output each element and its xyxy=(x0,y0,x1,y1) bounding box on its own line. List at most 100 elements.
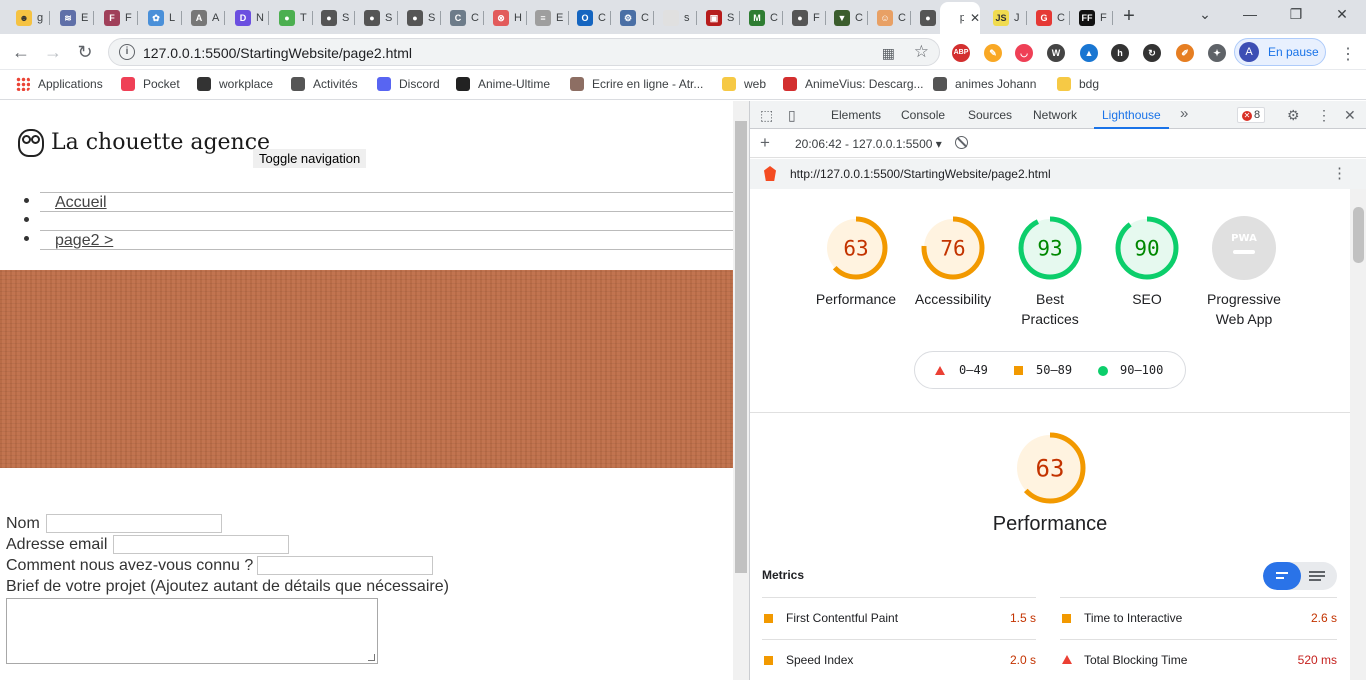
nom-input[interactable] xyxy=(45,514,222,533)
bookmark-item[interactable]: bdg xyxy=(1057,77,1099,91)
clear-reports-icon[interactable] xyxy=(955,136,968,149)
resize-grip-icon[interactable] xyxy=(368,654,375,661)
tab-search-icon[interactable]: ⌄ xyxy=(1195,6,1215,23)
bookmark-item[interactable]: animes Johann xyxy=(933,77,1036,91)
tab-favicon-icon: F xyxy=(104,10,120,26)
nav-link-accueil[interactable]: Accueil xyxy=(55,194,107,212)
devtools-tab-network[interactable]: Network xyxy=(1033,101,1077,129)
browser-tab[interactable]: ● S xyxy=(313,4,355,32)
browser-tab[interactable]: ▣ S xyxy=(698,4,740,32)
browser-tab[interactable]: AA xyxy=(183,4,225,32)
browser-tab[interactable]: ●F xyxy=(784,4,826,32)
bookmark-item[interactable]: workplace xyxy=(197,77,273,91)
metrics-view-toggle[interactable] xyxy=(1263,562,1337,590)
bookmark-item[interactable]: AnimeVius: Descarg... xyxy=(783,77,924,91)
nav-link-page2[interactable]: page2 > xyxy=(55,232,113,250)
browser-tab[interactable]: ✿ L xyxy=(140,4,182,32)
extension-triangle-icon[interactable]: ▲ xyxy=(1080,44,1098,62)
browser-tab[interactable]: DN xyxy=(227,4,269,32)
close-devtools-icon[interactable]: ✕ xyxy=(1344,107,1356,124)
bookmark-item[interactable]: web xyxy=(722,77,766,91)
browser-tab[interactable]: FF F xyxy=(1071,4,1113,32)
bookmark-item[interactable]: Ecrire en ligne - Atr... xyxy=(570,77,703,91)
qr-code-icon[interactable]: ▦ xyxy=(882,45,895,62)
error-count-badge[interactable]: ✕ 8 xyxy=(1237,107,1266,123)
browser-tab[interactable]: GC xyxy=(1028,4,1070,32)
close-window-button[interactable]: ✕ xyxy=(1332,6,1352,23)
site-info-icon[interactable]: i xyxy=(119,44,135,60)
bookmark-item[interactable]: Anime-Ultime xyxy=(456,77,550,91)
browser-tab[interactable]: MC xyxy=(741,4,783,32)
browser-tab[interactable]: ≋ E xyxy=(52,4,94,32)
bookmark-star-icon[interactable]: ☆ xyxy=(914,42,929,62)
address-bar[interactable]: i 127.0.0.1:5500/StartingWebsite/page2.h… xyxy=(108,38,940,66)
browser-tab[interactable]: ● T xyxy=(271,4,313,32)
extension-pen-icon[interactable]: ✐ xyxy=(1176,44,1194,62)
browser-tab[interactable]: CC xyxy=(442,4,484,32)
devtools-tab-lighthouse[interactable]: Lighthouse xyxy=(1094,101,1169,129)
browser-tab[interactable]: FF xyxy=(96,4,138,32)
device-toolbar-icon[interactable]: ▯ xyxy=(788,107,796,124)
gauge-accessibility[interactable]: 76 Accessibility xyxy=(903,215,1003,309)
minimize-button[interactable]: — xyxy=(1240,6,1260,22)
brief-textarea[interactable] xyxy=(6,598,378,664)
profile-button[interactable]: A En pause xyxy=(1234,38,1326,66)
gauge-best-practices[interactable]: 93 Best Practices xyxy=(1000,215,1100,329)
extension-puzzle-icon[interactable]: ✦ xyxy=(1208,44,1226,62)
extension-abp-icon[interactable]: ABP xyxy=(952,44,970,62)
browser-tab[interactable]: ⊗ H xyxy=(485,4,527,32)
report-selector[interactable]: 20:06:42 - 127.0.0.1:5500 ▾ xyxy=(795,137,942,151)
restore-button[interactable]: ❐ xyxy=(1286,6,1306,23)
toggle-compact-view[interactable] xyxy=(1263,562,1301,590)
devtools-tab-sources[interactable]: Sources xyxy=(968,101,1012,129)
site-logo[interactable]: La chouette agence xyxy=(16,125,270,159)
browser-tab[interactable]: ● S xyxy=(399,4,441,32)
extension-broom-icon[interactable]: ✎ xyxy=(984,44,1002,62)
browser-tab[interactable]: ☻ g xyxy=(8,4,50,32)
devtools-scrollbar[interactable] xyxy=(1350,189,1366,680)
toggle-navigation-button[interactable]: Toggle navigation xyxy=(253,149,367,168)
page-scrollbar[interactable] xyxy=(733,101,749,680)
connu-input[interactable] xyxy=(257,556,434,575)
bookmark-item[interactable]: Activités xyxy=(291,77,358,91)
browser-menu-icon[interactable]: ⋮ xyxy=(1340,44,1356,64)
extension-w-icon[interactable]: W xyxy=(1047,44,1065,62)
browser-tab[interactable]: s xyxy=(655,4,697,32)
more-tabs-icon[interactable]: » xyxy=(1180,105,1188,122)
url-text[interactable]: 127.0.0.1:5500/StartingWebsite/page2.htm… xyxy=(143,45,412,61)
report-url[interactable]: http://127.0.0.1:5500/StartingWebsite/pa… xyxy=(790,167,1051,181)
browser-tab[interactable]: ≡ E xyxy=(527,4,569,32)
forward-arrow-icon[interactable]: → xyxy=(42,41,64,63)
devtools-tab-console[interactable]: Console xyxy=(901,101,945,129)
close-tab-icon[interactable]: ✕ xyxy=(970,11,980,25)
browser-tab[interactable]: ⚙ C xyxy=(612,4,654,32)
bookmark-item[interactable]: Applications xyxy=(16,77,103,91)
gauge-pwa[interactable]: PWA Progressive Web App xyxy=(1194,215,1294,329)
settings-gear-icon[interactable]: ⚙ xyxy=(1287,107,1300,124)
bookmark-item[interactable]: Pocket xyxy=(121,77,180,91)
extension-h-icon[interactable]: h xyxy=(1111,44,1129,62)
browser-tab[interactable]: ▼ C xyxy=(826,4,868,32)
inspect-element-icon[interactable]: ⬚ xyxy=(760,107,773,124)
browser-tab[interactable]: ☺ C xyxy=(869,4,911,32)
extension-sync-icon[interactable]: ↻ xyxy=(1143,44,1161,62)
devtools-menu-icon[interactable]: ⋮ xyxy=(1317,107,1331,124)
bookmark-item[interactable]: Discord xyxy=(377,77,440,91)
browser-tab[interactable]: ● S xyxy=(356,4,398,32)
gauge-seo[interactable]: 90 SEO xyxy=(1097,215,1197,309)
back-arrow-icon[interactable]: ← xyxy=(10,41,32,63)
bookmark-favicon-icon xyxy=(933,77,947,91)
devtools-scrollbar-thumb[interactable] xyxy=(1353,207,1364,263)
browser-tab[interactable]: OC xyxy=(569,4,611,32)
email-input[interactable] xyxy=(113,535,290,554)
browser-tab[interactable]: JS J xyxy=(985,4,1027,32)
report-menu-icon[interactable]: ⋮ xyxy=(1332,164,1347,182)
browser-tab[interactable]: p ✕ xyxy=(940,2,980,34)
reload-icon[interactable]: ↻ xyxy=(74,41,96,63)
extension-pocket-icon[interactable]: ◡ xyxy=(1015,44,1033,62)
page-scrollbar-thumb[interactable] xyxy=(735,121,747,573)
new-report-icon[interactable]: + xyxy=(760,133,770,153)
devtools-tab-elements[interactable]: Elements xyxy=(831,101,881,129)
new-tab-button[interactable]: + xyxy=(1118,6,1140,28)
gauge-performance[interactable]: 63 Performance xyxy=(806,215,906,309)
